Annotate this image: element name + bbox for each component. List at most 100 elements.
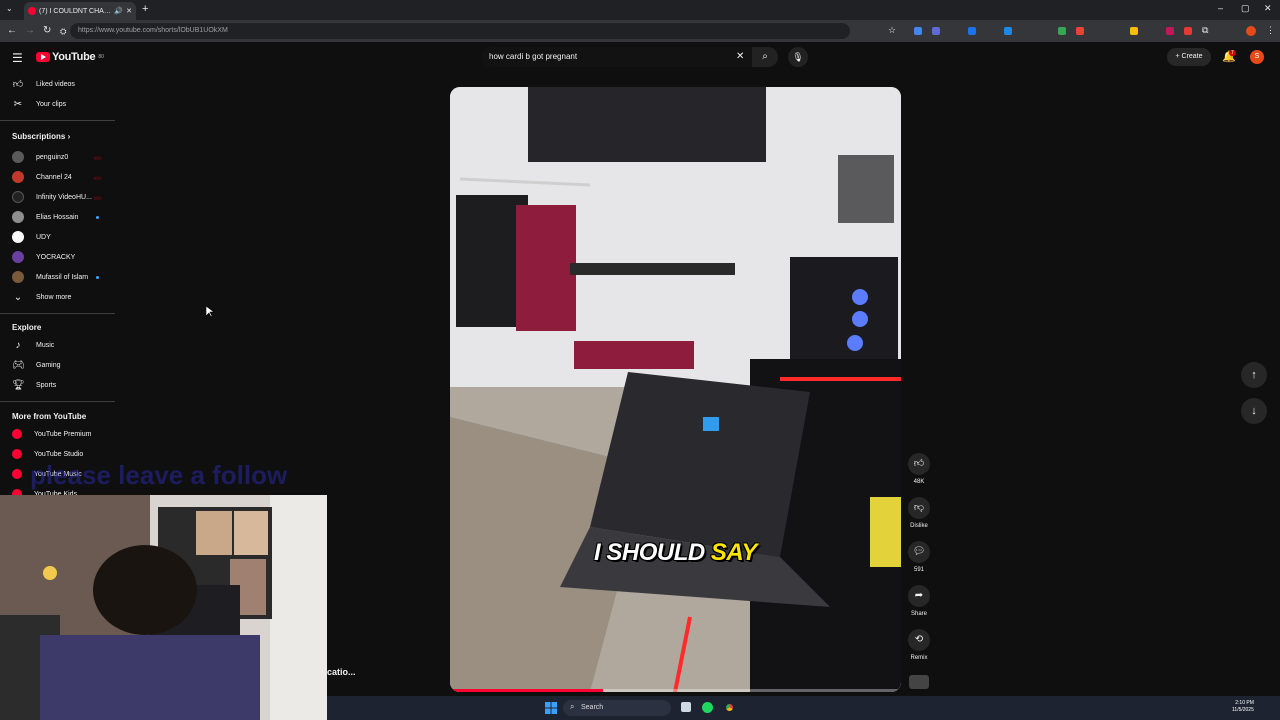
explore-heading: Explore	[12, 323, 42, 332]
windows-start-icon[interactable]	[545, 702, 557, 714]
search-icon: ⌕	[762, 51, 768, 62]
sidebar-item-label: Music	[36, 341, 55, 349]
logo-badge: 80	[98, 54, 104, 60]
remix-button[interactable]: ⟲ Remix	[907, 629, 931, 661]
extension-icon[interactable]	[914, 27, 922, 35]
arrow-up-icon: ↑	[1251, 369, 1257, 381]
next-short-button[interactable]: ↓	[1241, 398, 1267, 424]
task-view-icon[interactable]	[681, 702, 691, 712]
new-tab-icon[interactable]: +	[142, 3, 148, 15]
channel-avatar	[12, 271, 24, 283]
comment-icon: 💬︎	[908, 541, 930, 563]
previous-short-button[interactable]: ↑	[1241, 362, 1267, 388]
extension-icon[interactable]	[932, 27, 940, 35]
sidebar-item-label: Your clips	[36, 100, 67, 108]
extensions-puzzle-icon[interactable]: ⧉	[1202, 25, 1208, 36]
extension-icon[interactable]	[1076, 27, 1084, 35]
sound-thumbnail[interactable]	[909, 675, 929, 689]
shorts-video-player[interactable]: I SHOULD SAY	[450, 87, 901, 692]
subscriptions-title: Subscriptions	[12, 132, 66, 141]
account-avatar[interactable]: S	[1250, 50, 1264, 64]
trophy-icon: 🏆︎	[12, 379, 25, 391]
channel-avatar	[12, 191, 24, 203]
sidebar-item-gaming[interactable]: 🎮︎ Gaming	[12, 357, 61, 373]
channel-name: Elias Hossain	[36, 213, 79, 221]
browser-menu-icon[interactable]: ⋮	[1266, 25, 1275, 36]
extension-icon[interactable]	[1184, 27, 1192, 35]
show-more-button[interactable]: ⌄ Show more	[12, 289, 72, 305]
forward-icon[interactable]: →	[25, 25, 35, 36]
sidebar-item-label: Gaming	[36, 361, 61, 369]
url-bar[interactable]: https://www.youtube.com/shorts/lObUB1UOk…	[70, 23, 850, 39]
extension-icon[interactable]	[1004, 27, 1012, 35]
search-input[interactable]: how cardi b got pregnant	[481, 47, 752, 67]
sidebar-item-sports[interactable]: 🏆︎ Sports	[12, 377, 56, 393]
channel-name: penguinz0	[36, 153, 69, 161]
show-more-label: Show more	[36, 293, 72, 301]
search-button[interactable]: ⌕	[752, 47, 778, 67]
taskbar-search[interactable]: Search	[563, 700, 671, 716]
bookmark-star-icon[interactable]: ☆	[888, 25, 896, 36]
create-label: Create	[1181, 53, 1203, 60]
create-button[interactable]: + Create	[1167, 48, 1211, 66]
tab-close-icon[interactable]: ✕	[126, 7, 132, 15]
channel-avatar	[12, 211, 24, 223]
overlay-side-text: catio...	[327, 667, 356, 677]
subscription-item[interactable]: Elias Hossain	[12, 209, 78, 225]
extension-icon[interactable]	[968, 27, 976, 35]
subscription-item[interactable]: UDY	[12, 229, 51, 245]
subscriptions-heading[interactable]: Subscriptions ›	[12, 132, 70, 141]
webcam-overlay	[0, 495, 327, 720]
hamburger-menu-icon[interactable]: ☰	[12, 51, 23, 65]
maximize-icon[interactable]: ▢	[1241, 3, 1250, 14]
profile-icon[interactable]	[1246, 26, 1256, 36]
subscription-item[interactable]: Infinity VideoHU...	[12, 189, 92, 205]
chevron-down-icon: ⌄	[13, 291, 23, 303]
share-button[interactable]: ➦ Share	[907, 585, 931, 617]
voice-search-button[interactable]: 🎙	[788, 47, 808, 67]
browser-tab[interactable]: (7) I COULDNT CHARGE H 🔊 ✕	[24, 2, 136, 20]
channel-avatar	[12, 251, 24, 263]
extension-icon[interactable]	[1130, 27, 1138, 35]
webcam-feed	[0, 495, 327, 720]
windows-taskbar	[327, 696, 1280, 720]
browser-toolbar: https://www.youtube.com/shorts/lObUB1UOk…	[0, 20, 1280, 42]
tab-search-icon[interactable]: ⌄	[6, 4, 13, 13]
chrome-icon[interactable]	[724, 702, 735, 713]
comment-count: 591	[913, 567, 924, 573]
subscription-item[interactable]: Mufassil of Islam	[12, 269, 88, 285]
sidebar-item-label: Sports	[36, 381, 57, 389]
site-info-icon[interactable]: ⛭	[60, 27, 66, 37]
reload-icon[interactable]: ↻	[43, 25, 51, 36]
sidebar-item-your-clips[interactable]: ✂ Your clips	[12, 96, 66, 112]
music-note-icon: ♪	[15, 339, 21, 351]
sidebar-item-label: YouTube Premium	[34, 430, 92, 438]
extension-icon[interactable]	[1058, 27, 1066, 35]
sidebar-item-youtube-premium[interactable]: YouTube Premium	[12, 426, 91, 442]
minimize-icon[interactable]: –	[1218, 3, 1223, 13]
new-content-dot	[96, 276, 99, 279]
sidebar-item-liked-videos[interactable]: 👍︎ Liked videos	[12, 76, 75, 92]
back-icon[interactable]: ←	[7, 25, 17, 36]
spotify-icon[interactable]	[702, 702, 713, 713]
sidebar-item-label: YouTube Studio	[34, 450, 84, 458]
clear-search-icon[interactable]: ✕	[736, 51, 744, 62]
dislike-button[interactable]: 👎︎ Dislike	[907, 497, 931, 529]
comments-button[interactable]: 💬︎ 591	[907, 541, 931, 573]
browser-tab-bar: ⌄ (7) I COULDNT CHARGE H 🔊 ✕ + – ▢ ✕	[0, 0, 1280, 20]
subscription-item[interactable]: Channel 24	[12, 169, 72, 185]
share-label: Share	[910, 611, 927, 617]
video-progress-bar[interactable]	[450, 689, 901, 692]
chevron-right-icon: ›	[67, 132, 71, 141]
youtube-logo[interactable]: YouTube 80	[36, 51, 104, 63]
system-clock[interactable]: 2:10 PM 11/5/2025	[1232, 700, 1254, 714]
speaker-icon[interactable]: 🔊	[114, 7, 123, 15]
window-close-icon[interactable]: ✕	[1264, 3, 1272, 14]
like-button[interactable]: 👍︎ 48K	[907, 453, 931, 485]
subscription-item[interactable]: YOCRACKY	[12, 249, 75, 265]
sidebar-item-label: Liked videos	[36, 80, 75, 88]
extension-icon[interactable]	[1166, 27, 1174, 35]
channel-avatar	[12, 231, 24, 243]
sidebar-item-music[interactable]: ♪ Music	[12, 337, 55, 353]
subscription-item[interactable]: penguinz0	[12, 149, 68, 165]
